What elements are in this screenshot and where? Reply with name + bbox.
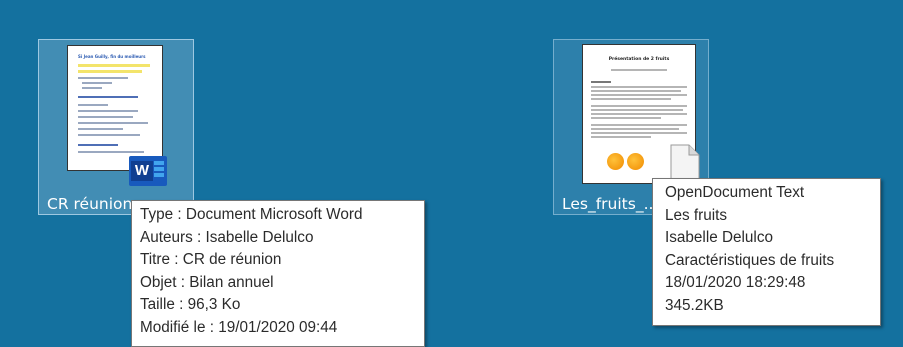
tooltip-title: Les fruits [665, 206, 728, 224]
thumbnail-line [591, 124, 687, 126]
tooltip-date: 18/01/2020 18:29:48 [665, 274, 806, 292]
tooltip-type: OpenDocument Text [665, 184, 805, 201]
thumbnail-line [591, 128, 679, 130]
thumbnail-line [78, 110, 138, 112]
thumbnail-line [591, 98, 671, 100]
thumbnail-line [78, 77, 128, 79]
thumbnail-text: Si Jean Guilly, fin du moilleurs [78, 54, 146, 59]
thumbnail-heading-line [78, 96, 138, 98]
thumbnail-line [78, 104, 108, 106]
thumbnail-line [591, 132, 687, 134]
thumbnail-line [78, 134, 140, 136]
orange-image [607, 153, 624, 170]
thumbnail-heading-line [78, 144, 118, 146]
thumbnail-line [591, 81, 611, 83]
thumbnail-line [591, 113, 687, 115]
thumbnail-line [591, 94, 687, 96]
thumbnail-line [78, 122, 148, 124]
thumbnail-line [591, 86, 687, 88]
file-info-tooltip: OpenDocument Text Les fruits Isabelle De… [652, 178, 881, 326]
desktop-icon-cr-reunion[interactable]: Si Jean Guilly, fin du moilleurs W CR ré… [38, 39, 194, 215]
thumbnail-line [78, 116, 133, 118]
word-icon: W [129, 156, 167, 186]
thumbnail-highlight [78, 70, 142, 73]
tooltip-title: Titre : CR de réunion [140, 251, 282, 269]
tooltip-size: Taille : 96,3 Ko [140, 296, 241, 314]
thumbnail-line [82, 87, 102, 89]
thumbnail-highlight [78, 64, 150, 67]
thumbnail-text: Présentation de 2 fruits [608, 57, 670, 62]
thumbnail-line [78, 128, 123, 130]
tooltip-size: 345.2KB [665, 296, 724, 314]
thumbnail-line [591, 105, 687, 107]
tooltip-subject: Caractéristiques de fruits [665, 251, 835, 269]
orange-image [627, 153, 644, 170]
tooltip-authors: Auteurs : Isabelle Delulco [140, 228, 314, 246]
thumbnail-line [591, 109, 683, 111]
thumbnail-line [591, 117, 661, 119]
thumbnail-line [611, 69, 667, 71]
generic-file-icon [670, 144, 700, 180]
tooltip-modified: Modifié le : 19/01/2020 09:44 [140, 318, 338, 336]
tooltip-type: Type : Document Microsoft Word [140, 206, 363, 223]
thumbnail-line [591, 90, 681, 92]
thumbnail-line [591, 136, 651, 138]
thumbnail-line [78, 151, 144, 153]
file-info-tooltip: Type : Document Microsoft Word Auteurs :… [131, 200, 425, 347]
thumbnail-line [82, 82, 112, 84]
tooltip-author: Isabelle Delulco [665, 229, 773, 247]
document-thumbnail: Si Jean Guilly, fin du moilleurs [67, 45, 163, 171]
tooltip-subject: Objet : Bilan annuel [140, 273, 274, 291]
